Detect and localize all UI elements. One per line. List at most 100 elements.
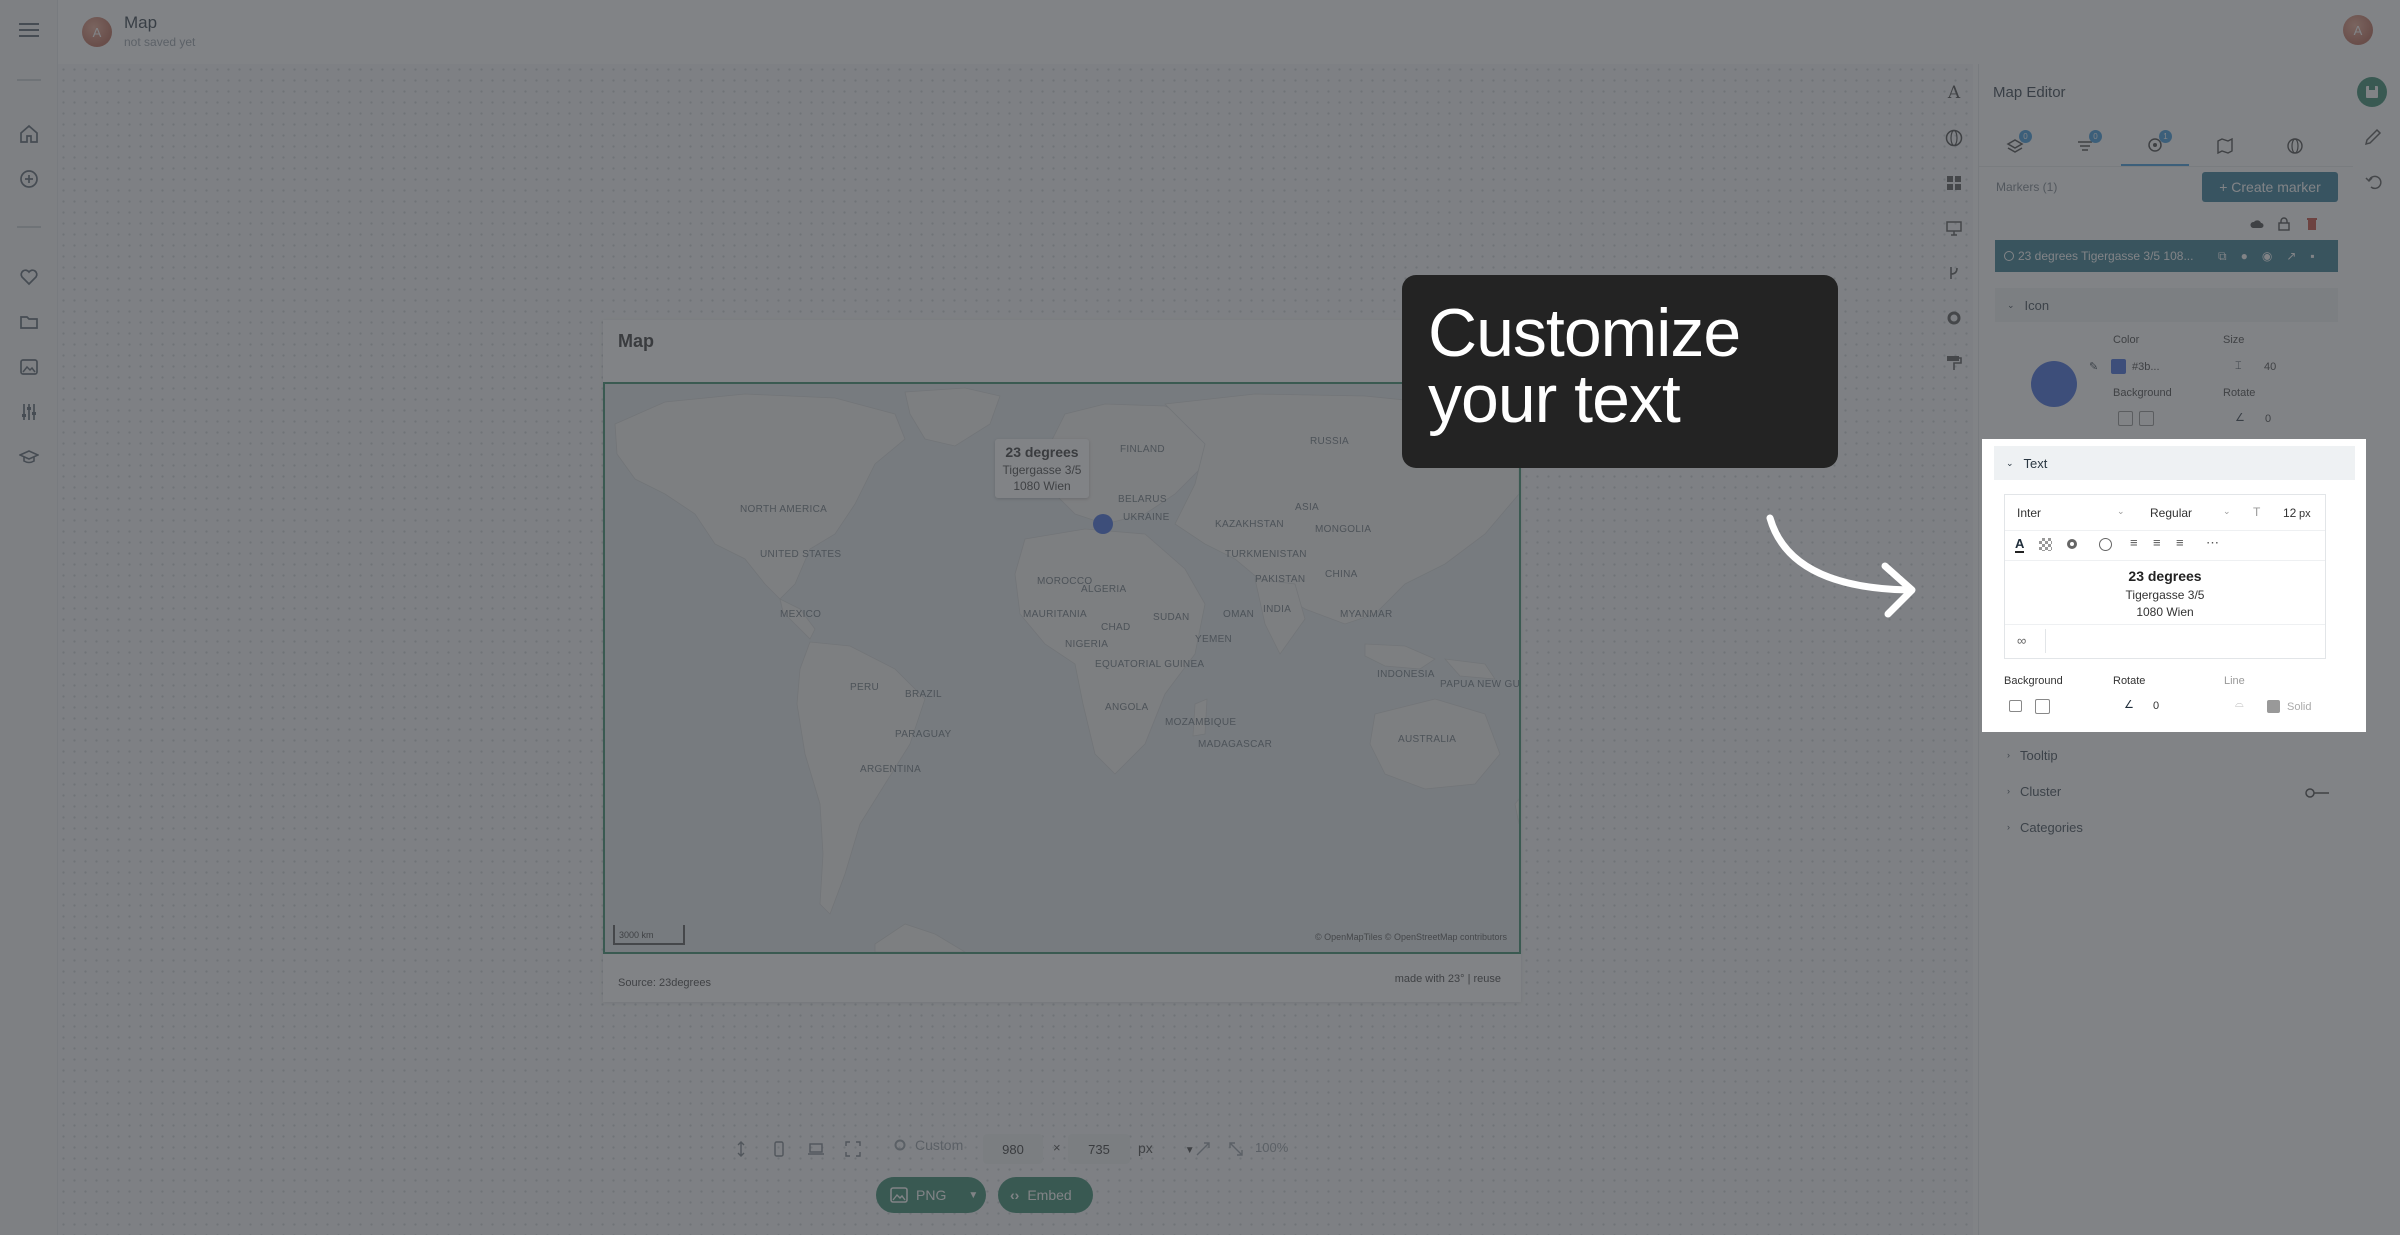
font-family-select[interactable]: Inter — [2017, 506, 2041, 520]
icon-section-header[interactable]: ⌄ Icon — [1995, 288, 2338, 322]
country-label: NORTH AMERICA — [740, 504, 828, 515]
text-color-icon[interactable]: A — [2015, 537, 2025, 553]
map-attribution[interactable]: © OpenMapTiles © OpenStreetMap contribut… — [1315, 932, 1507, 942]
hamburger-menu-icon[interactable] — [15, 16, 43, 44]
branch-icon[interactable] — [1943, 262, 1965, 284]
cloud-upload-icon[interactable] — [2250, 218, 2264, 230]
export-png-button[interactable]: PNG ▼ — [876, 1177, 986, 1213]
cluster-section-header[interactable]: › Cluster — [1995, 776, 2338, 806]
font-weight-select[interactable]: Regular — [2150, 506, 2192, 520]
country-label: ASIA — [1295, 502, 1319, 513]
mobile-device-icon[interactable] — [770, 1140, 788, 1158]
pencil-icon[interactable] — [2363, 127, 2383, 147]
undo-icon[interactable] — [2365, 173, 2383, 191]
add-circle-icon[interactable] — [15, 165, 43, 193]
sliders-icon[interactable] — [15, 398, 43, 426]
link-icon[interactable]: ∞ — [2017, 633, 2026, 648]
folder-icon[interactable] — [15, 308, 43, 336]
height-input[interactable]: 735 — [1068, 1134, 1130, 1164]
dimension-times: × — [1053, 1140, 1061, 1155]
text-content-area[interactable]: 23 degrees Tigergasse 3/5 1080 Wien — [2005, 561, 2325, 625]
tab-basemap[interactable] — [2191, 126, 2259, 166]
emoji-icon[interactable] — [2099, 538, 2112, 551]
size-preset-label: Custom — [915, 1137, 964, 1153]
laptop-device-icon[interactable] — [807, 1140, 825, 1158]
color-swatch[interactable] — [2111, 359, 2126, 374]
save-button[interactable] — [2357, 77, 2387, 107]
tooltip-section-header[interactable]: › Tooltip — [1995, 740, 2338, 770]
presentation-icon[interactable] — [1943, 217, 1965, 239]
background-toggle[interactable] — [2118, 411, 2133, 426]
size-value[interactable]: 40 — [2264, 361, 2276, 373]
unit-label: px — [1138, 1140, 1153, 1156]
home-icon[interactable] — [15, 120, 43, 148]
copy-icon[interactable]: ⧉ — [2218, 249, 2227, 264]
fullscreen-icon[interactable] — [844, 1140, 862, 1158]
external-link-icon[interactable]: ↗ — [2286, 249, 2296, 263]
grid-icon[interactable] — [1943, 172, 1965, 194]
country-label: MONGOLIA — [1315, 524, 1372, 535]
map-marker[interactable] — [1093, 514, 1113, 534]
lock-icon[interactable] — [2278, 217, 2290, 231]
chevron-down-icon[interactable]: ▼ — [968, 1190, 978, 1201]
zoom-level[interactable]: 100% — [1255, 1140, 1288, 1155]
paint-brush-icon[interactable]: ✎ — [2089, 360, 2098, 373]
align-right-icon[interactable]: ≡ — [2176, 535, 2184, 550]
embed-button[interactable]: ‹› Embed — [998, 1177, 1093, 1213]
callout-line: Customize — [1428, 295, 1741, 371]
user-avatar[interactable]: A — [2343, 15, 2373, 45]
trash-icon[interactable] — [2306, 217, 2318, 231]
font-size-input[interactable]: 12 — [2283, 506, 2296, 520]
line-color-swatch[interactable] — [2267, 700, 2280, 713]
background-toggle[interactable] — [2009, 700, 2022, 712]
tab-filters[interactable]: 0 — [2051, 126, 2119, 166]
image-icon[interactable] — [15, 353, 43, 381]
graduation-cap-icon[interactable] — [15, 443, 43, 471]
text-section-header[interactable]: ⌄ Text — [1994, 446, 2355, 480]
eye-icon[interactable]: ◉ — [2262, 249, 2272, 263]
marker-list-item[interactable]: 23 degrees Tigergasse 3/5 108... ⧉ ● ◉ ↗… — [1995, 240, 2338, 272]
paint-roller-icon[interactable] — [1943, 352, 1965, 374]
avatar-initial: A — [92, 24, 102, 40]
resize-icon[interactable] — [1227, 1140, 1245, 1158]
width-input[interactable]: 980 — [983, 1134, 1043, 1164]
tab-projection[interactable] — [2261, 126, 2329, 166]
document-title[interactable]: Map — [124, 13, 157, 33]
chevron-down-icon: ⌄ — [2117, 506, 2125, 516]
map-avatar[interactable]: A — [82, 17, 112, 47]
cluster-toggle[interactable] — [2305, 788, 2329, 798]
callout-line: your text — [1428, 361, 1681, 437]
pin-icon[interactable]: ● — [2241, 249, 2248, 263]
code-icon: ‹› — [1010, 1187, 1020, 1203]
country-label: SUDAN — [1153, 612, 1190, 623]
align-left-icon[interactable]: ≡ — [2130, 535, 2138, 550]
fit-icon[interactable] — [732, 1140, 750, 1158]
background-label: Background — [2113, 387, 2172, 399]
settings-icon[interactable] — [1943, 307, 1965, 329]
link-dimensions-icon[interactable] — [1194, 1140, 1212, 1158]
rotate-value[interactable]: 0 — [2265, 413, 2271, 425]
globe-icon[interactable] — [1943, 127, 1965, 149]
background-swatch[interactable] — [2035, 699, 2050, 714]
unit-select[interactable]: px ▼ — [1138, 1140, 1195, 1156]
tab-layers[interactable]: 0 — [1981, 126, 2049, 166]
made-with-credit[interactable]: made with 23° | reuse — [1395, 973, 1501, 985]
trash-icon[interactable]: ▪ — [2310, 249, 2314, 263]
align-center-icon[interactable]: ≡ — [2153, 535, 2161, 550]
text-tool-icon[interactable]: A — [1943, 82, 1965, 104]
more-options-icon[interactable]: ⋯ — [2206, 535, 2219, 551]
highlight-color-icon[interactable] — [2039, 538, 2052, 551]
size-preset-select[interactable]: Custom — [893, 1137, 963, 1153]
map-viewport[interactable]: RUSSIA NORTH AMERICA UNITED STATES MEXIC… — [603, 382, 1521, 954]
categories-section-header[interactable]: › Categories — [1995, 812, 2338, 842]
country-label: ANGOLA — [1105, 702, 1149, 713]
line-style-select[interactable]: Solid — [2287, 701, 2311, 713]
create-marker-button[interactable]: + Create marker — [2202, 172, 2338, 202]
tab-markers[interactable]: 1 — [2121, 126, 2189, 166]
settings-icon[interactable] — [2067, 539, 2077, 549]
color-value[interactable]: #3b... — [2132, 361, 2160, 373]
editor-title: Map Editor — [1993, 84, 2066, 101]
rotate-value[interactable]: 0 — [2153, 700, 2159, 712]
background-swatch[interactable] — [2139, 411, 2154, 426]
heart-icon[interactable] — [15, 263, 43, 291]
